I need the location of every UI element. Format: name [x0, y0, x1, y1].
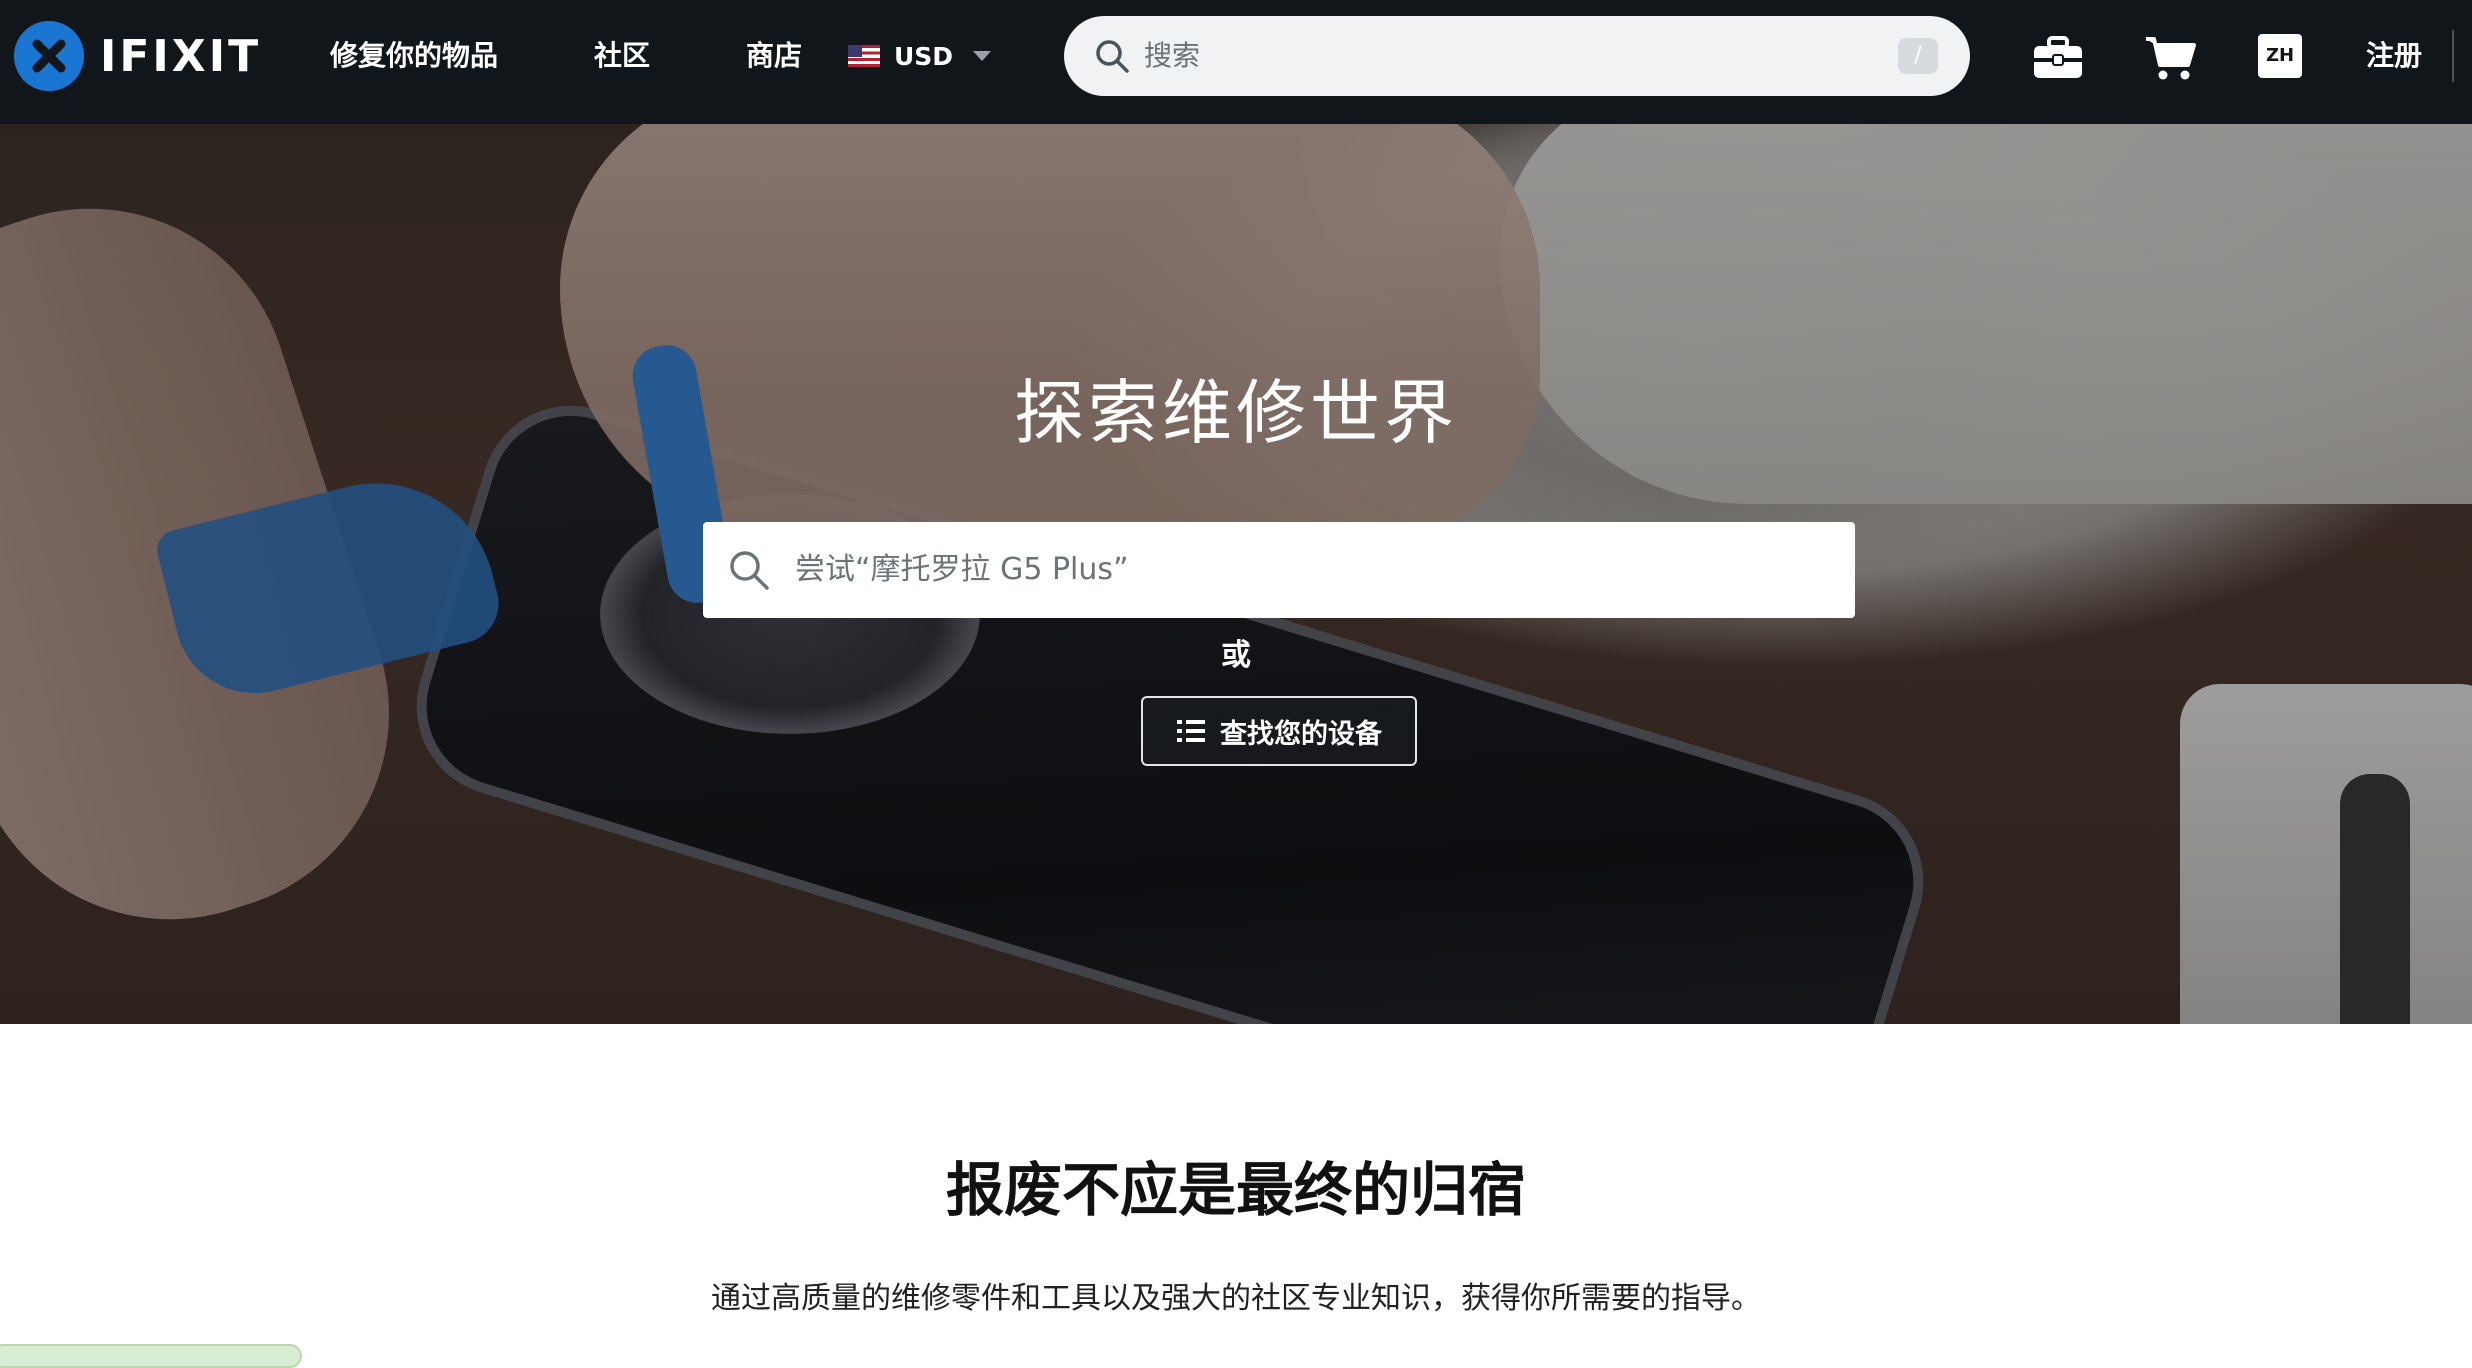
- search-icon: [1096, 40, 1129, 73]
- hero-title: 探索维修世界: [1014, 372, 1458, 454]
- hero-search-placeholder: 尝试“摩托罗拉 G5 Plus”: [795, 552, 1129, 587]
- logo-x-icon: [14, 21, 84, 91]
- cart-button[interactable]: [2142, 30, 2198, 86]
- nav-link-fix[interactable]: 修复你的物品: [330, 36, 498, 76]
- chevron-down-icon: [973, 51, 992, 61]
- cart-icon: [2146, 37, 2196, 80]
- language-selector[interactable]: ZH: [2258, 34, 2302, 78]
- ifixit-logo[interactable]: IFIXIT: [14, 20, 261, 92]
- toolbox-button[interactable]: [2030, 30, 2086, 86]
- section-title: 报废不应是最终的归宿: [945, 1156, 1526, 1224]
- hero-search-input[interactable]: 尝试“摩托罗拉 G5 Plus”: [703, 522, 1855, 618]
- search-placeholder: 搜索: [1144, 39, 1201, 72]
- search-input[interactable]: 搜索 /: [1064, 16, 1970, 96]
- list-icon: [1177, 720, 1205, 742]
- nav-divider: [2452, 30, 2454, 82]
- top-nav: IFIXIT 修复你的物品 社区 商店 USD 搜索 / ZH 注册: [0, 0, 2472, 124]
- currency-label: USD: [894, 41, 954, 71]
- nav-link-community[interactable]: 社区: [594, 36, 650, 76]
- section-subtitle: 通过高质量的维修零件和工具以及强大的社区专业知识，获得你所需要的指导。: [711, 1281, 1761, 1316]
- logo-text: IFIXIT: [100, 30, 262, 82]
- find-device-label: 查找您的设备: [1220, 718, 1382, 750]
- search-icon: [730, 551, 769, 590]
- bottom-notification-pill[interactable]: [0, 1344, 302, 1368]
- currency-selector[interactable]: USD: [848, 36, 992, 76]
- signup-link[interactable]: 注册: [2366, 36, 2422, 76]
- toolbox-icon: [2034, 36, 2082, 78]
- or-separator: 或: [1221, 638, 1251, 673]
- find-device-button[interactable]: 查找您的设备: [1141, 696, 1417, 766]
- us-flag-icon: [848, 45, 880, 67]
- search-shortcut-hint: /: [1898, 38, 1938, 74]
- nav-link-store[interactable]: 商店: [746, 36, 802, 76]
- hero-banner: 探索维修世界 尝试“摩托罗拉 G5 Plus” 或 查找您的设备: [0, 124, 2472, 1024]
